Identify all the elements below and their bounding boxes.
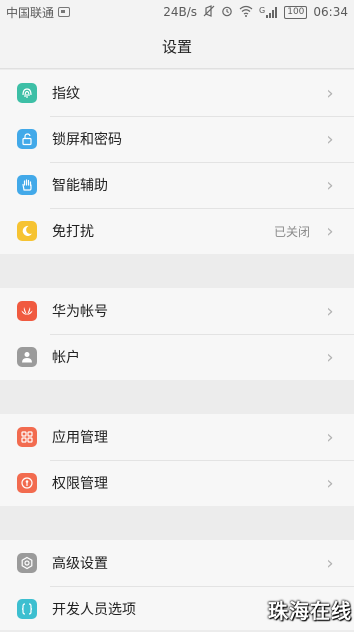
settings-item-label: 高级设置	[52, 556, 108, 572]
fingerprint-icon	[17, 83, 37, 103]
settings-item-label: 锁屏和密码	[52, 132, 122, 148]
settings-group-security: 指纹 › 锁屏和密码 › 智能辅助 › 免打扰 已关闭 ›	[0, 70, 354, 254]
settings-item-label: 指纹	[52, 86, 80, 102]
wifi-icon	[239, 5, 253, 20]
permission-icon	[17, 473, 37, 493]
chevron-right-icon: ›	[326, 220, 334, 242]
chevron-right-icon: ›	[326, 346, 334, 368]
moon-icon	[17, 221, 37, 241]
clock: 06:34	[313, 5, 348, 19]
settings-item-app-management[interactable]: 应用管理 ›	[0, 414, 354, 460]
settings-item-fingerprint[interactable]: 指纹 ›	[0, 70, 354, 116]
huawei-icon	[17, 301, 37, 321]
status-bar: 中国联通 24B/s G 100 06:34	[0, 0, 354, 24]
settings-item-label: 华为帐号	[52, 304, 108, 320]
settings-item-label: 免打扰	[52, 224, 94, 240]
network-speed: 24B/s	[163, 5, 198, 19]
chevron-right-icon: ›	[326, 174, 334, 196]
mute-vibrate-icon	[203, 4, 215, 20]
chevron-right-icon: ›	[326, 426, 334, 448]
notification-icon	[58, 7, 71, 17]
unlock-icon	[17, 129, 37, 149]
settings-item-huawei-account[interactable]: 华为帐号 ›	[0, 288, 354, 334]
settings-item-label: 帐户	[52, 350, 80, 366]
page-title: 设置	[161, 37, 192, 56]
watermark: 珠海在线	[268, 599, 352, 623]
chevron-right-icon: ›	[326, 300, 334, 322]
alarm-icon	[221, 5, 233, 20]
dnd-status-value: 已关闭	[273, 224, 310, 239]
chevron-right-icon: ›	[326, 128, 334, 150]
chevron-right-icon: ›	[326, 472, 334, 494]
title-bar: 设置	[0, 24, 354, 69]
chevron-right-icon: ›	[326, 82, 334, 104]
settings-item-accounts[interactable]: 帐户 ›	[0, 334, 354, 380]
settings-item-label: 智能辅助	[52, 178, 108, 194]
settings-item-lock-screen[interactable]: 锁屏和密码 ›	[0, 116, 354, 162]
settings-item-smart-assist[interactable]: 智能辅助 ›	[0, 162, 354, 208]
settings-group-accounts: 华为帐号 › 帐户 ›	[0, 288, 354, 380]
signal-type-label: G	[259, 5, 266, 15]
code-braces-icon	[17, 599, 37, 619]
chevron-right-icon: ›	[326, 552, 334, 574]
gear-icon	[17, 553, 37, 573]
settings-item-label: 应用管理	[52, 430, 108, 446]
apps-grid-icon	[17, 427, 37, 447]
settings-item-label: 权限管理	[52, 476, 108, 492]
settings-item-permission-management[interactable]: 权限管理 ›	[0, 460, 354, 506]
carrier-label: 中国联通	[6, 5, 55, 20]
signal-icon: G	[259, 5, 278, 18]
person-icon	[17, 347, 37, 367]
settings-item-advanced-settings[interactable]: 高级设置 ›	[0, 540, 354, 586]
settings-group-apps: 应用管理 › 权限管理 ›	[0, 414, 354, 506]
hand-icon	[17, 175, 37, 195]
settings-item-do-not-disturb[interactable]: 免打扰 已关闭 ›	[0, 208, 354, 254]
battery-icon: 100	[284, 5, 308, 19]
